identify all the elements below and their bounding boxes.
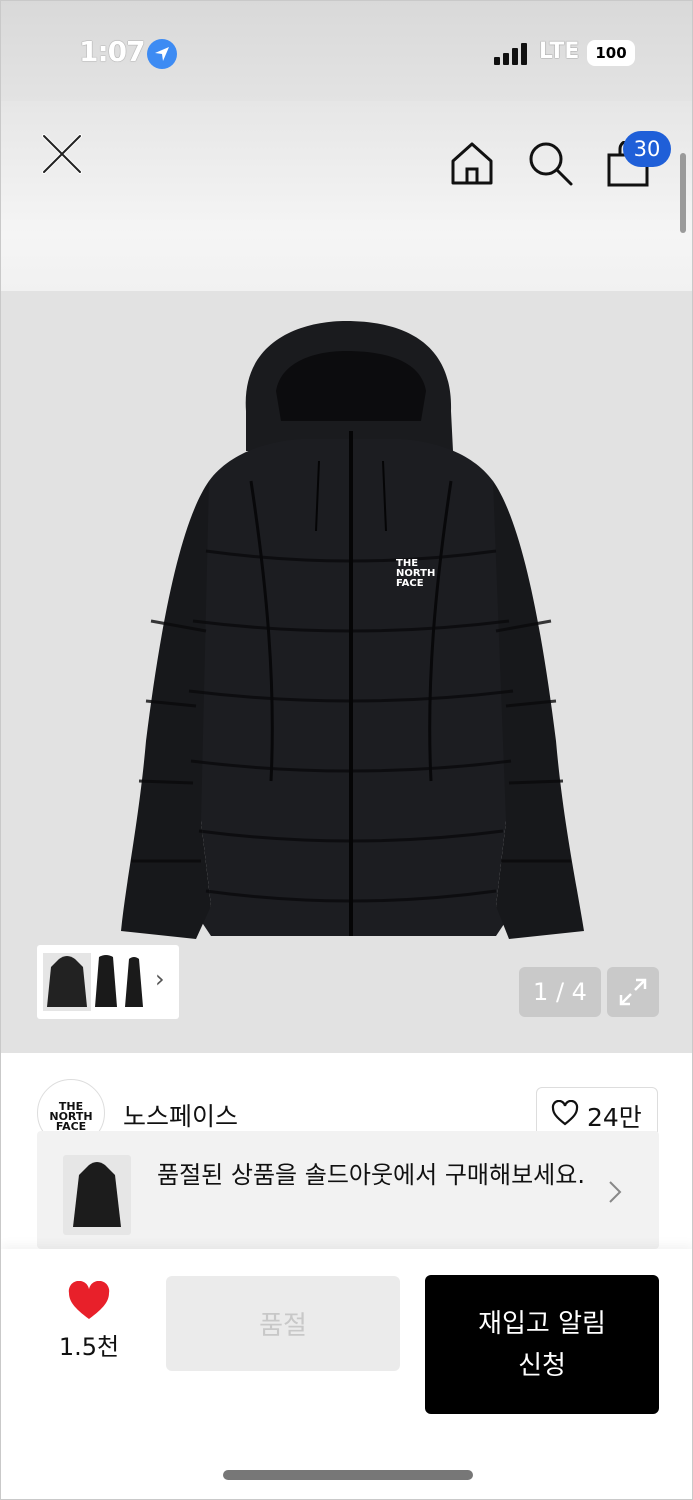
top-nav: 30 (1, 101, 692, 291)
cart-count-badge: 30 (623, 131, 671, 167)
brand-like-count: 24만 (587, 1103, 642, 1132)
wishlist-count: 1.5천 (58, 1333, 120, 1361)
app-screen: 1:07 LTE 100 30 THE NORTH FACE › 1 / 4 T… (0, 0, 693, 1500)
page-indicator: 1 / 4 (519, 967, 601, 1017)
battery-indicator: 100 (587, 40, 635, 66)
brand-row: THE NORTH FACE 노스페이스 24만 (1, 1053, 692, 1147)
cellular-signal-icon (494, 43, 528, 65)
status-bar: 1:07 LTE 100 (1, 1, 692, 101)
product-image[interactable]: THE NORTH FACE (101, 321, 601, 956)
home-icon[interactable] (448, 139, 496, 187)
svg-text:FACE: FACE (396, 578, 424, 589)
thumbnail-2[interactable] (93, 953, 119, 1011)
soldout-button[interactable]: 품절 (166, 1276, 400, 1371)
wishlist-button[interactable]: 1.5천 (41, 1279, 137, 1369)
soldout-banner[interactable]: 품절된 상품을 솔드아웃에서 구매해보세요. (37, 1131, 659, 1249)
restock-alert-button[interactable]: 재입고 알림 신청 (425, 1275, 659, 1414)
network-type: LTE (539, 39, 580, 64)
chevron-right-icon[interactable]: › (155, 965, 165, 993)
banner-text: 품절된 상품을 솔드아웃에서 구매해보세요. (157, 1161, 585, 1189)
heart-outline-icon (551, 1100, 579, 1126)
location-arrow-icon (147, 39, 177, 69)
status-time: 1:07 (79, 35, 146, 68)
close-icon[interactable] (39, 131, 85, 177)
bottom-action-bar: 1.5천 품절 재입고 알림 신청 (1, 1249, 692, 1499)
thumbnail-strip[interactable]: › (37, 945, 179, 1019)
brand-like-button[interactable]: 24만 (536, 1087, 658, 1137)
home-indicator[interactable] (223, 1470, 473, 1480)
expand-icon (619, 978, 647, 1006)
chevron-right-icon (609, 1181, 622, 1203)
scrollbar-thumb[interactable] (680, 153, 686, 233)
product-gallery[interactable]: THE NORTH FACE › 1 / 4 (1, 291, 692, 1053)
thumbnail-3[interactable] (121, 953, 147, 1011)
search-icon[interactable] (526, 139, 574, 187)
brand-name[interactable]: 노스페이스 (123, 1097, 238, 1133)
expand-button[interactable] (607, 967, 659, 1017)
thumbnail-1[interactable] (43, 953, 91, 1011)
heart-filled-icon (68, 1281, 110, 1319)
banner-product-thumbnail (63, 1155, 131, 1235)
